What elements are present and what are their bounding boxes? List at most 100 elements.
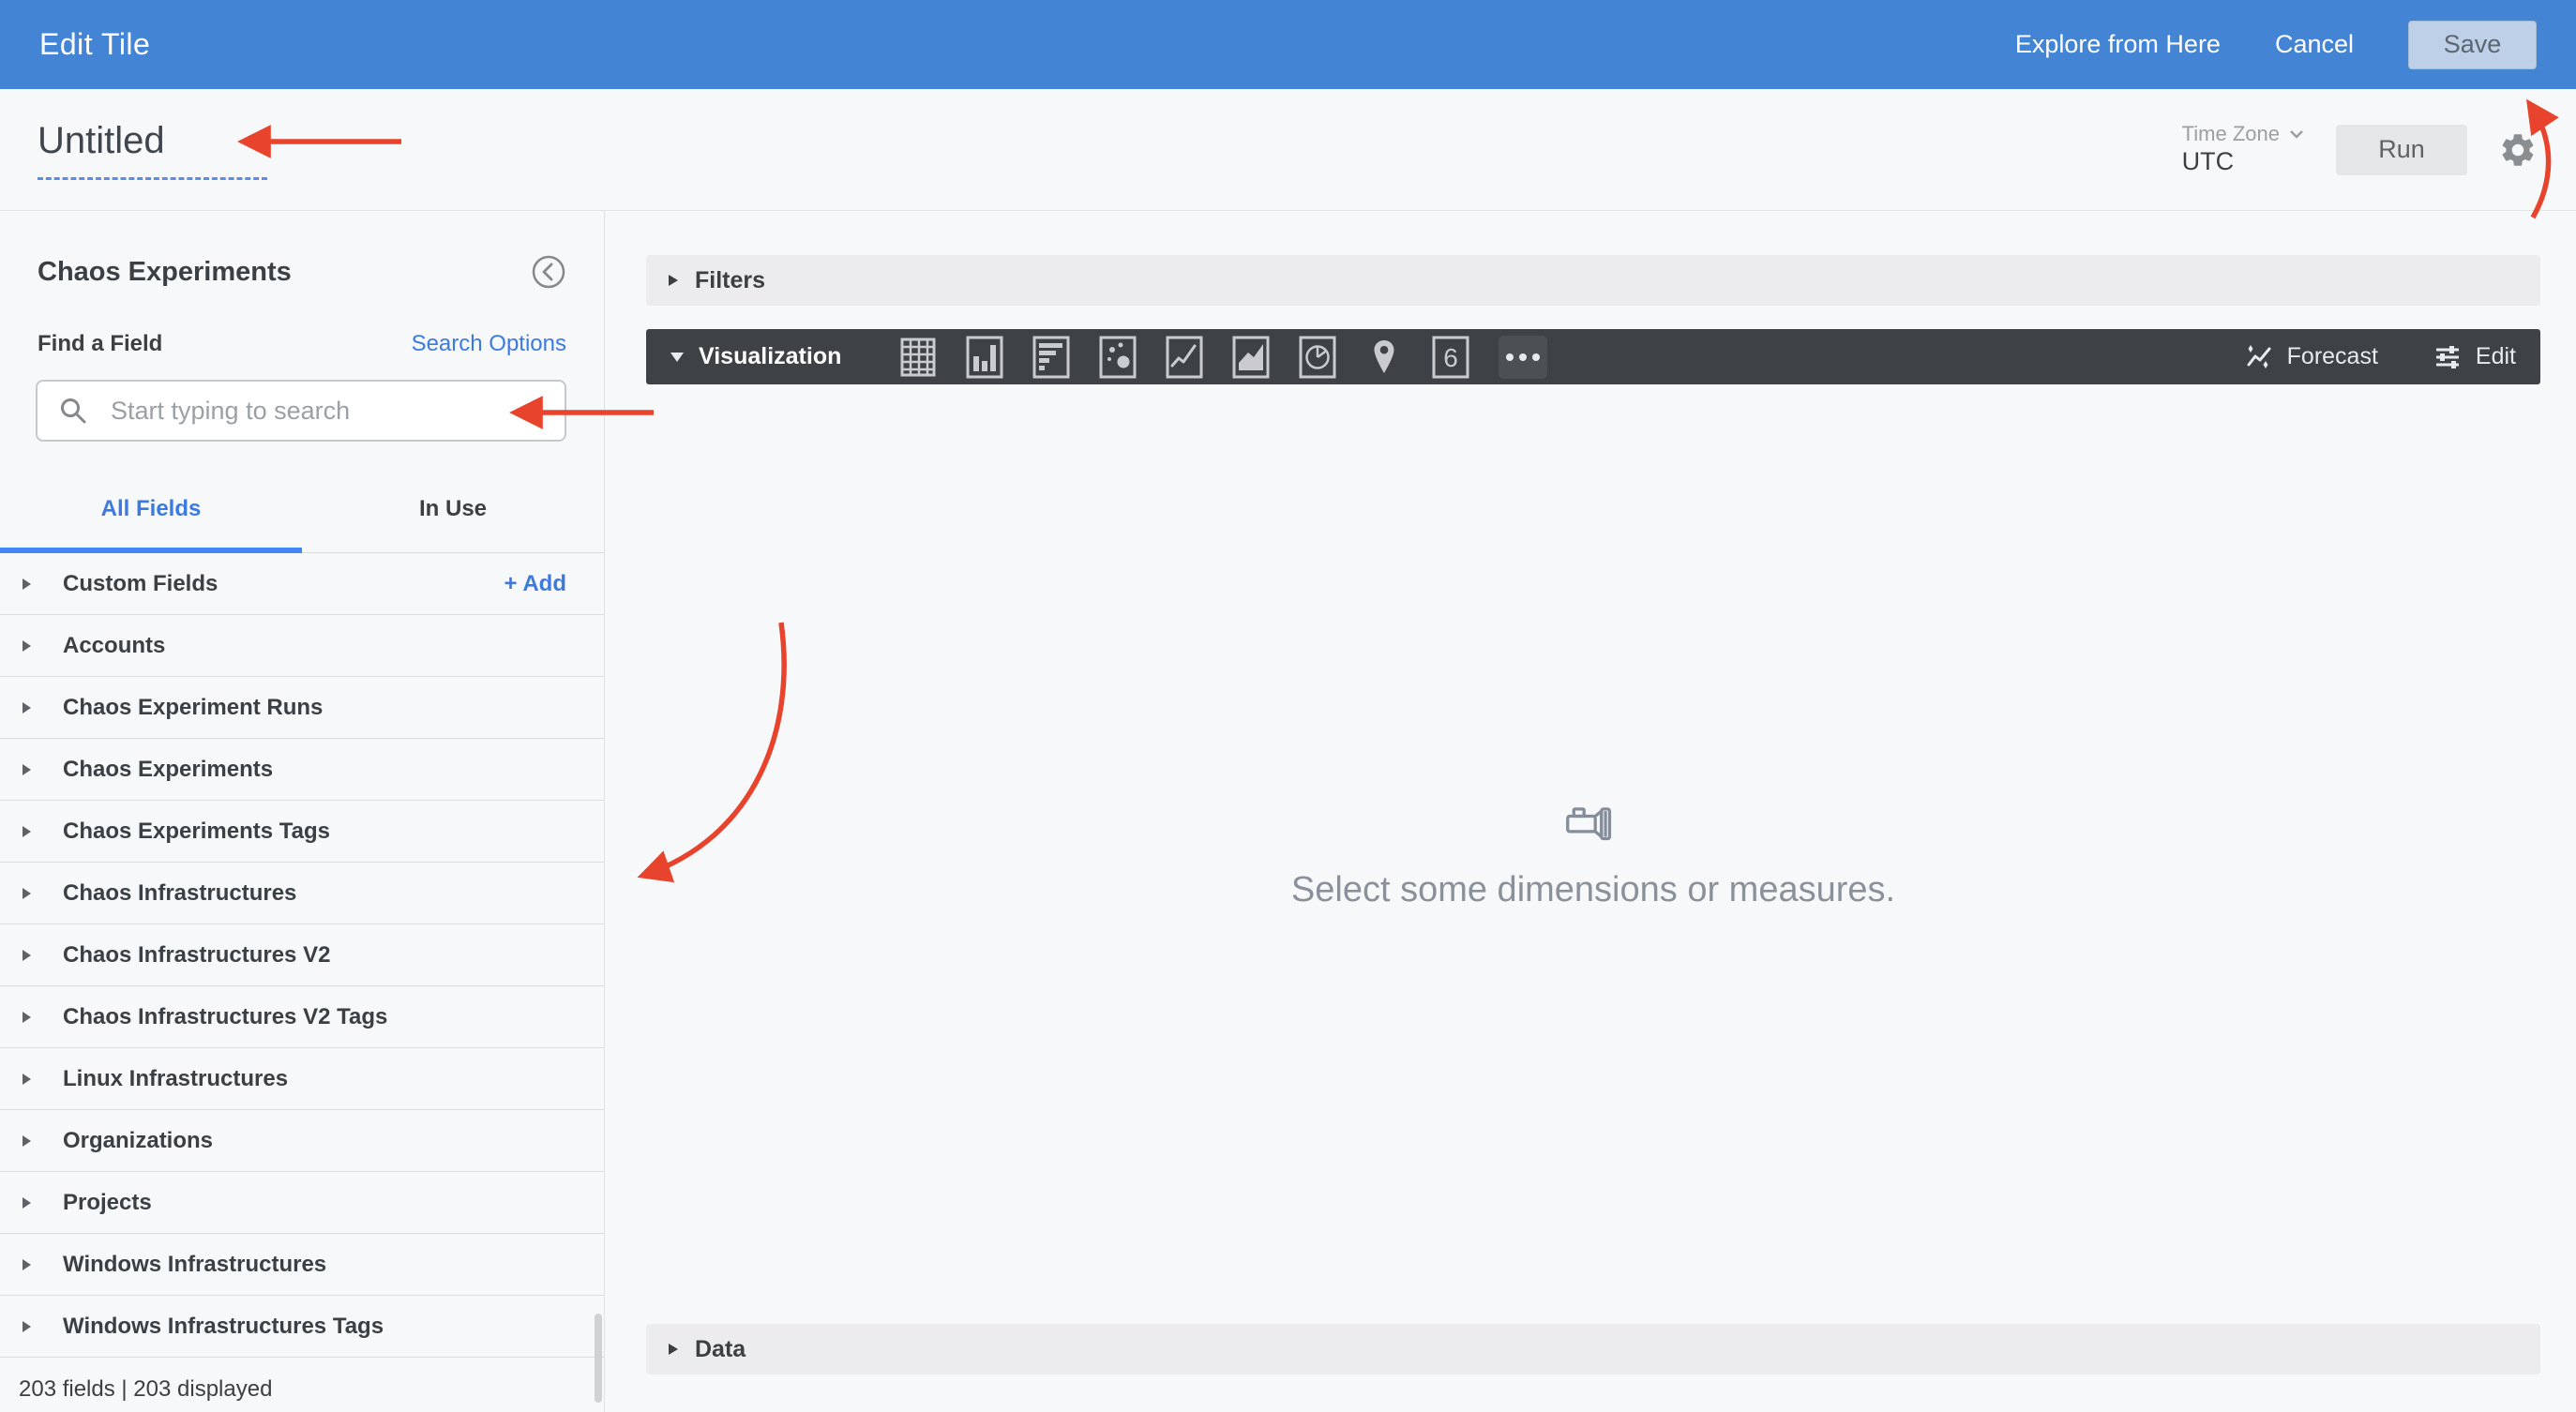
top-bar: Edit Tile Explore from Here Cancel Save: [0, 0, 2576, 89]
field-label: Chaos Experiment Runs: [63, 694, 324, 720]
field-label: Chaos Experiments: [63, 756, 274, 782]
tab-all-fields[interactable]: All Fields: [0, 475, 302, 553]
field-group-row[interactable]: Chaos Infrastructures V2: [0, 924, 604, 986]
flashlight-icon: [1566, 806, 1612, 840]
filters-label: Filters: [695, 266, 766, 293]
single-value-icon[interactable]: 6: [1432, 336, 1469, 379]
caret-right-icon: [669, 275, 678, 286]
collapse-sidebar-icon[interactable]: [531, 254, 566, 290]
field-group-row[interactable]: Chaos Infrastructures V2 Tags: [0, 986, 604, 1048]
edit-viz-button[interactable]: Edit: [2433, 342, 2516, 372]
settings-gear-icon[interactable]: [2497, 129, 2538, 171]
caret-right-icon: [23, 825, 31, 837]
explore-title: Chaos Experiments: [38, 256, 292, 287]
sliders-icon: [2435, 345, 2459, 368]
caret-right-icon: [23, 1258, 31, 1270]
field-group-row[interactable]: Chaos Experiments: [0, 739, 604, 801]
viz-empty-state: Select some dimensions or measures.: [646, 384, 2540, 1324]
caret-right-icon: [23, 701, 31, 714]
filters-panel-bar[interactable]: Filters: [646, 255, 2540, 306]
scatter-plot-icon[interactable]: [1099, 336, 1137, 379]
line-chart-icon[interactable]: [1166, 336, 1203, 379]
viz-type-icons: 6: [899, 335, 1548, 379]
timezone-selector[interactable]: Time Zone UTC: [2182, 121, 2306, 178]
field-group-row[interactable]: Projects: [0, 1172, 604, 1234]
window-title: Edit Tile: [39, 27, 151, 61]
svg-text:6: 6: [1444, 343, 1459, 372]
caret-right-icon: [23, 1011, 31, 1023]
empty-state-message: Select some dimensions or measures.: [1290, 869, 1896, 909]
edit-tile-window: Edit Tile Explore from Here Cancel Save …: [0, 0, 2576, 1412]
field-tabs: All Fields In Use: [0, 475, 604, 553]
header-row: Untitled Time Zone UTC Run: [0, 89, 2576, 211]
caret-right-icon: [23, 1196, 31, 1209]
field-label: Chaos Infrastructures V2: [63, 941, 331, 968]
field-group-row[interactable]: Organizations: [0, 1110, 604, 1172]
column-chart-icon[interactable]: [966, 336, 1003, 379]
caret-right-icon: [23, 763, 31, 775]
edit-label: Edit: [2475, 343, 2516, 369]
caret-right-icon: [23, 1073, 31, 1085]
forecast-label: Forecast: [2286, 343, 2378, 369]
field-label: Chaos Infrastructures: [63, 879, 297, 906]
pie-chart-icon[interactable]: [1299, 336, 1336, 379]
data-panel-bar[interactable]: Data: [646, 1324, 2540, 1374]
area-chart-icon[interactable]: [1232, 336, 1270, 379]
save-button[interactable]: Save: [2408, 20, 2537, 69]
add-field-button[interactable]: + Add: [505, 571, 566, 597]
explore-from-here-button[interactable]: Explore from Here: [2015, 30, 2221, 59]
bar-chart-icon[interactable]: [1032, 336, 1070, 379]
field-list: Custom Fields + Add Accounts Chaos Exper…: [0, 553, 604, 1367]
viz-bar-actions: Forecast Edit: [2244, 342, 2516, 372]
field-picker-sidebar: Chaos Experiments Find a Field Search Op…: [0, 211, 605, 1412]
caret-right-icon: [23, 1320, 31, 1332]
field-group-row[interactable]: Chaos Infrastructures: [0, 863, 604, 924]
page-title[interactable]: Untitled: [38, 120, 165, 161]
field-label: Chaos Experiments Tags: [63, 818, 330, 844]
cancel-button[interactable]: Cancel: [2275, 30, 2354, 59]
forecast-sparkline-icon: [2247, 344, 2271, 368]
field-label: Projects: [63, 1189, 152, 1215]
field-group-row[interactable]: Chaos Experiments Tags: [0, 801, 604, 863]
field-label: Windows Infrastructures: [63, 1251, 327, 1277]
timezone-label: Time Zone: [2181, 121, 2280, 145]
field-label: Windows Infrastructures Tags: [63, 1313, 384, 1339]
search-icon: [61, 398, 86, 424]
timezone-value: UTC: [2181, 147, 2235, 176]
field-group-row[interactable]: Windows Infrastructures: [0, 1234, 604, 1296]
explore-main-area: Filters Visualization 6 Forecast Edit Se…: [605, 211, 2576, 1412]
sidebar-scrollbar[interactable]: [595, 1314, 602, 1403]
caret-right-icon: [23, 1134, 31, 1147]
field-group-row[interactable]: Custom Fields + Add: [0, 553, 604, 615]
run-button[interactable]: Run: [2336, 124, 2467, 175]
visualization-label[interactable]: Visualization: [699, 343, 841, 370]
field-group-row[interactable]: Windows Infrastructures Tags: [0, 1296, 604, 1358]
chevron-down-icon: [2290, 129, 2303, 139]
forecast-button[interactable]: Forecast: [2244, 342, 2378, 372]
find-a-field-label: Find a Field: [38, 331, 163, 356]
field-label: Linux Infrastructures: [63, 1065, 289, 1091]
search-options-link[interactable]: Search Options: [412, 331, 566, 357]
caret-down-icon: [670, 352, 684, 362]
caret-right-icon: [23, 949, 31, 961]
caret-right-icon: [23, 578, 31, 590]
more-icon[interactable]: [1499, 335, 1548, 379]
visualization-bar: Visualization 6 Forecast Edit: [646, 329, 2540, 384]
caret-right-icon: [23, 639, 31, 652]
tab-in-use[interactable]: In Use: [302, 475, 604, 552]
field-label: Accounts: [63, 632, 166, 658]
field-group-row[interactable]: Linux Infrastructures: [0, 1048, 604, 1110]
field-group-row[interactable]: Chaos Experiment Runs: [0, 677, 604, 739]
header-actions: Time Zone UTC Run: [2182, 121, 2538, 178]
field-group-row[interactable]: Accounts: [0, 615, 604, 677]
table-icon[interactable]: [899, 336, 937, 379]
caret-right-icon: [669, 1344, 678, 1355]
field-search-box[interactable]: [36, 380, 566, 442]
field-label: Chaos Infrastructures V2 Tags: [63, 1003, 388, 1029]
field-label: Custom Fields: [63, 570, 218, 596]
map-pin-icon[interactable]: [1365, 336, 1403, 379]
title-edit-field[interactable]: Untitled: [38, 120, 267, 180]
field-count-status: 203 fields | 203 displayed: [19, 1376, 273, 1402]
search-input[interactable]: [109, 395, 544, 427]
caret-right-icon: [23, 887, 31, 899]
